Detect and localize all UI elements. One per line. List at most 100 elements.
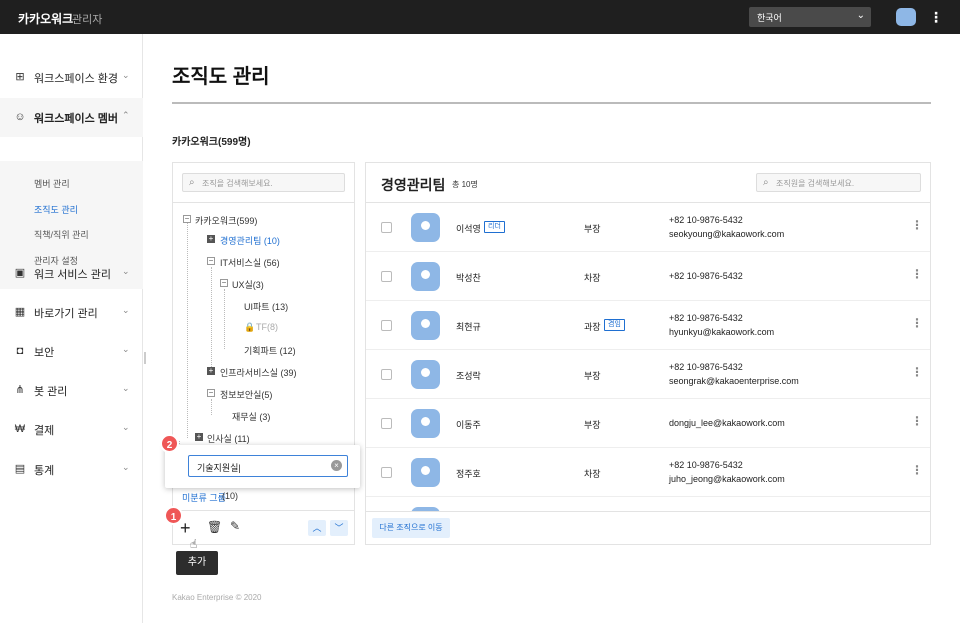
expand-toggle-icon[interactable]: + — [207, 367, 215, 375]
collapse-toggle-icon[interactable]: − — [220, 279, 228, 287]
tree-node-hr[interactable]: 인사실 (11) — [207, 432, 250, 445]
search-icon: ⌕ — [189, 177, 195, 188]
tree-node-info-security[interactable]: 정보보안실(5) — [220, 388, 272, 401]
table-row[interactable]: 최현규 과장 겸임 +82 10-9876-5432 hyunkyu@kakao… — [366, 301, 930, 350]
sidebar-item-label: 통계 — [34, 465, 55, 477]
submenu-position-management[interactable]: 직책/직위 관리 — [34, 228, 89, 241]
tree-toolbar: 🗑 ✎ ︿ ﹀ — [173, 510, 354, 544]
more-vertical-icon[interactable]: ⋮ — [911, 218, 923, 232]
row-checkbox[interactable] — [381, 320, 392, 331]
row-checkbox[interactable] — [381, 418, 392, 429]
copyright: Kakao Enterprise © 2020 — [172, 593, 262, 602]
tree-node-planning[interactable]: 기획파트 (12) — [244, 344, 296, 357]
sidebar-item-bots[interactable]: ⋔ 봇 관리 ⌄ — [0, 371, 143, 410]
tree-node-kakaowork[interactable]: 카카오워크(599) — [195, 214, 257, 227]
expand-toggle-icon[interactable]: + — [195, 433, 203, 441]
tree-node-unassigned[interactable]: 미분류 그룹 — [182, 491, 226, 504]
avatar — [411, 262, 440, 291]
sidebar-item-shortcuts[interactable]: ▦ 바로가기 관리 ⌄ — [0, 293, 143, 332]
collapse-toggle-icon[interactable]: − — [207, 389, 215, 397]
new-org-input-popup: 기술지원실| × — [165, 445, 360, 488]
sidebar-item-work-services[interactable]: ▣ 워크 서비스 관리 ⌄ — [0, 254, 143, 293]
more-vertical-icon[interactable]: ⋮ — [911, 414, 923, 428]
sidebar-item-billing[interactable]: ₩ 결제 ⌄ — [0, 410, 143, 449]
table-row[interactable]: 이동주 부장 dongju_lee@kakaowork.com ⋮ — [366, 399, 930, 448]
won-icon: ₩ — [14, 423, 26, 435]
collapse-toggle-icon[interactable]: − — [207, 257, 215, 265]
more-vertical-icon[interactable]: ⋮ — [911, 316, 923, 330]
tree-node-finance[interactable]: 재무실 (3) — [232, 410, 270, 423]
user-avatar[interactable] — [896, 8, 916, 26]
table-row[interactable]: 조성락 부장 +82 10-9876-5432 seongrak@kakaoen… — [366, 350, 930, 399]
more-vertical-icon[interactable]: ⋮ — [929, 8, 943, 26]
chevron-down-icon: ⌄ — [122, 383, 130, 393]
leader-badge: 리더 — [484, 221, 505, 233]
team-title: 경영관리팀 — [381, 177, 446, 193]
tree-node-infra[interactable]: 인프라서비스실 (39) — [220, 366, 296, 379]
row-checkbox[interactable] — [381, 271, 392, 282]
member-name: 최현규 — [456, 322, 481, 332]
row-checkbox[interactable] — [381, 369, 392, 380]
tree-node-tf[interactable]: TF(8) — [256, 322, 278, 332]
sidebar-resize-handle[interactable] — [144, 352, 146, 364]
org-search-input[interactable]: ⌕ 조직을 검색해보세요. — [182, 173, 345, 192]
sidebar-item-label: 워크스페이스 멤버 — [34, 113, 119, 125]
member-email: hyunkyu@kakaowork.com — [669, 327, 775, 337]
expand-toggle-icon[interactable]: + — [207, 235, 215, 243]
member-name: 이석영 — [456, 224, 481, 234]
avatar — [411, 409, 440, 438]
more-vertical-icon[interactable]: ⋮ — [911, 267, 923, 281]
new-org-name-value: 기술지원실 — [197, 463, 239, 473]
member-list-header: 경영관리팀 총 10명 ⌕ 조직원을 검색해보세요. — [366, 163, 930, 203]
unassigned-count: (10) — [222, 491, 239, 501]
org-name-count: 카카오워크(599명) — [172, 137, 251, 148]
tree-node-management[interactable]: 경영관리팀 (10) — [220, 234, 280, 247]
member-phone: +82 10-9876-5432 — [669, 271, 743, 281]
member-list-footer: 다른 조직으로 이동 — [366, 511, 930, 544]
tree-line — [211, 399, 212, 415]
submenu-org-chart-management[interactable]: 조직도 관리 — [34, 203, 78, 216]
member-position: 부장 — [584, 371, 601, 381]
brand-logo[interactable]: 카카오워크 — [18, 10, 73, 27]
admin-label: 관리자 — [72, 14, 103, 26]
chevron-down-icon: ⌄ — [122, 266, 130, 276]
language-select[interactable]: 한국어 ⌄ — [749, 7, 871, 27]
member-position: 차장 — [584, 469, 601, 479]
avatar — [411, 458, 440, 487]
sidebar-item-security[interactable]: ◘ 보안 ⌄ — [0, 332, 143, 371]
move-to-other-org-button[interactable]: 다른 조직으로 이동 — [372, 518, 450, 538]
table-row[interactable]: 정주호 차장 +82 10-9876-5432 juho_jeong@kakao… — [366, 448, 930, 497]
trash-icon[interactable]: 🗑 — [207, 520, 222, 534]
move-down-button[interactable]: ﹀ — [330, 520, 348, 536]
submenu-member-management[interactable]: 멤버 관리 — [34, 177, 70, 190]
add-icon[interactable]: + — [180, 519, 191, 537]
row-checkbox[interactable] — [381, 467, 392, 478]
avatar — [411, 360, 440, 389]
chevron-down-icon: ⌄ — [122, 422, 130, 432]
member-search-input[interactable]: ⌕ 조직원을 검색해보세요. — [756, 173, 921, 192]
tree-node-ux[interactable]: UX실(3) — [232, 278, 264, 291]
language-value: 한국어 — [757, 13, 782, 23]
collapse-toggle-icon[interactable]: − — [183, 215, 191, 223]
table-row[interactable]: 이석영 리더 부장 +82 10-9876-5432 seokyoung@kak… — [366, 203, 930, 252]
sidebar-item-workspace-settings[interactable]: ⊞ 워크스페이스 환경 ⌄ — [0, 58, 143, 97]
tree-node-it-service[interactable]: IT서비스실 (56) — [220, 256, 280, 269]
chart-icon: ▤ — [14, 463, 26, 475]
member-email: seokyoung@kakaowork.com — [669, 229, 785, 239]
more-vertical-icon[interactable]: ⋮ — [911, 365, 923, 379]
clear-icon[interactable]: × — [331, 460, 342, 471]
more-vertical-icon[interactable]: ⋮ — [911, 463, 923, 477]
table-row[interactable]: 박성찬 차장 +82 10-9876-5432 ⋮ — [366, 252, 930, 301]
row-checkbox[interactable] — [381, 222, 392, 233]
sidebar-item-workspace-members[interactable]: ☺ 워크스페이스 멤버 ⌃ — [0, 98, 143, 137]
sidebar-item-statistics[interactable]: ▤ 통계 ⌄ — [0, 450, 143, 489]
lock-icon: ◘ — [16, 345, 24, 357]
chevron-down-icon: ⌄ — [122, 462, 130, 472]
settings-sliders-icon: ⊞ — [15, 71, 25, 83]
move-up-button[interactable]: ︿ — [308, 520, 326, 536]
member-count: 총 10명 — [452, 180, 478, 189]
edit-icon[interactable]: ✎ — [230, 519, 240, 533]
tree-node-ui-part[interactable]: UI파트 (13) — [244, 300, 288, 313]
new-org-name-field[interactable]: 기술지원실| × — [188, 455, 348, 477]
tree-line — [224, 289, 225, 349]
